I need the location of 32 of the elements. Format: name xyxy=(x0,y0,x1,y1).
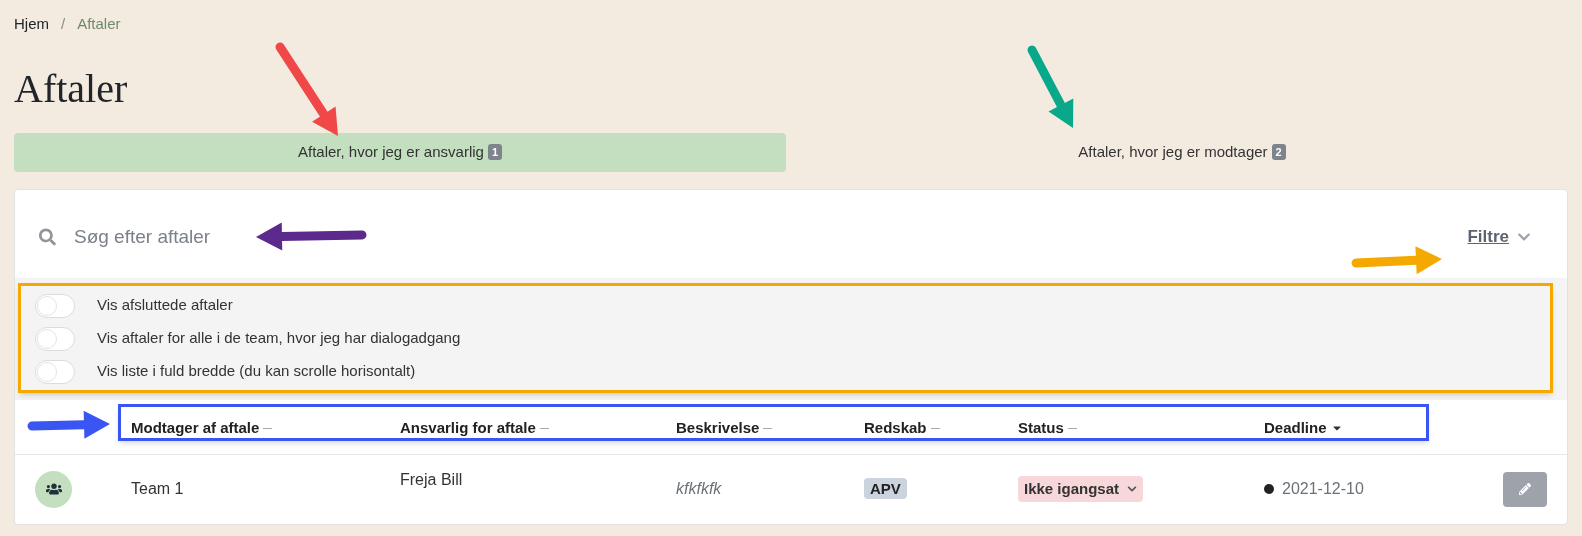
edit-button[interactable] xyxy=(1503,471,1547,507)
count-badge: 2 xyxy=(1271,144,1286,160)
column-header[interactable]: Modtager af aftale xyxy=(131,416,260,440)
toggle-switch[interactable] xyxy=(35,359,75,384)
table-cell-text: 2021-12-10 xyxy=(1282,479,1364,499)
users-icon xyxy=(45,481,62,497)
chevron-down-icon xyxy=(1127,484,1138,494)
breadcrumb-separator: / xyxy=(60,14,67,34)
column-header[interactable]: Beskrivelse xyxy=(676,416,760,440)
search-icon xyxy=(39,228,56,246)
table-cell-text: kfkfkfk xyxy=(676,479,723,499)
search-field[interactable]: Søg efter aftaler xyxy=(73,222,639,252)
filters-link[interactable]: Filtre xyxy=(1467,216,1531,250)
column-header[interactable]: Status xyxy=(1018,416,1064,440)
page-title: Aftaler xyxy=(14,64,128,113)
status-dropdown[interactable]: Ikke igangsat xyxy=(1018,475,1144,503)
column-header[interactable]: Deadline xyxy=(1264,416,1327,440)
column-header[interactable]: Redskab xyxy=(864,416,927,440)
toggle-switch[interactable] xyxy=(35,293,75,318)
toggle-switch[interactable] xyxy=(35,326,75,351)
tab[interactable]: Aftaler, hvor jeg er modtager 2 xyxy=(796,132,1568,172)
toggle-label: Vis liste i fuld bredde (du kan scrolle horisontalt) xyxy=(97,361,416,382)
toggle-label: Vis aftaler for alle i de team, hvor jeg har dialogadgang xyxy=(97,328,461,349)
toggle-label: Vis afsluttede aftaler xyxy=(97,295,233,316)
column-header[interactable]: Ansvarlig for aftale xyxy=(400,416,536,440)
tab[interactable]: Aftaler, hvor jeg er ansvarlig 1 xyxy=(14,132,786,172)
count-badge: 1 xyxy=(487,144,503,160)
table-cell-text: Freja Bill xyxy=(400,469,464,490)
tool-tag: APV xyxy=(864,478,907,499)
table-cell-text: Team 1 xyxy=(131,479,185,499)
breadcrumb-link[interactable]: Hjem xyxy=(14,13,49,36)
pencil-icon xyxy=(1519,483,1531,495)
